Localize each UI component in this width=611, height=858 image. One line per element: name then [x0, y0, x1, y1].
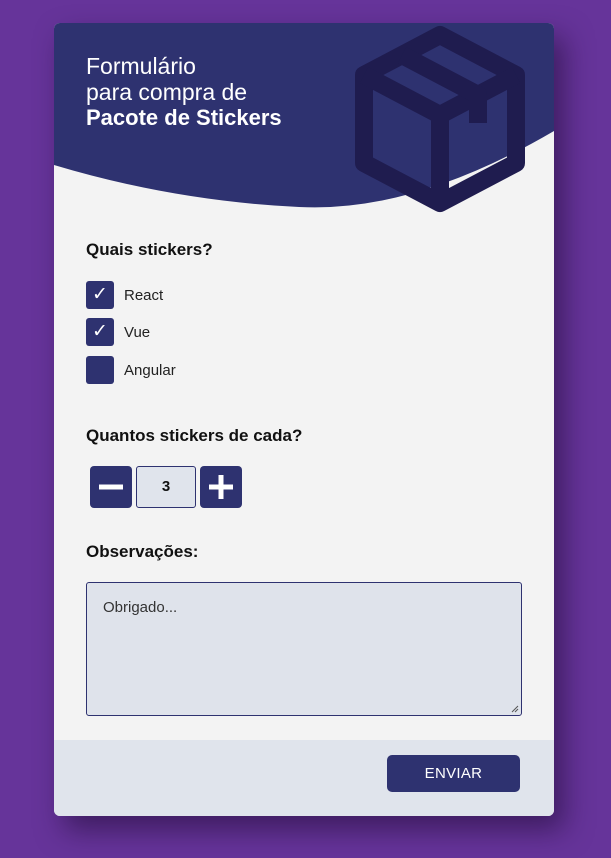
check-icon[interactable]: ✓ — [86, 281, 114, 309]
plus-icon — [209, 475, 233, 499]
checkbox-angular[interactable]: Angular — [86, 356, 176, 384]
checkbox-vue[interactable]: ✓ Vue — [86, 318, 150, 346]
title-line-2: para compra de — [86, 79, 248, 105]
form-header: Formulário para compra de Pacote de Stic… — [54, 23, 554, 213]
increment-button[interactable] — [200, 466, 242, 508]
quantity-label: Quantos stickers de cada? — [86, 426, 303, 445]
quantity-input[interactable]: 3 — [136, 466, 196, 508]
stickers-label: Quais stickers? — [86, 240, 213, 259]
form-footer: ENVIAR — [54, 740, 554, 816]
unchecked-box[interactable] — [86, 356, 114, 384]
decrement-button[interactable] — [90, 466, 132, 508]
form-title: Formulário para compra de Pacote de Stic… — [86, 53, 282, 131]
submit-button[interactable]: ENVIAR — [387, 755, 520, 792]
minus-icon — [99, 484, 123, 490]
notes-placeholder: Obrigado... — [103, 599, 178, 616]
purchase-form-card: Formulário para compra de Pacote de Stic… — [54, 23, 554, 816]
title-line-1: Formulário — [86, 53, 196, 79]
title-line-3: Pacote de Stickers — [86, 105, 282, 130]
notes-label: Observações: — [86, 542, 199, 561]
checkbox-react-label: React — [124, 286, 164, 304]
check-icon[interactable]: ✓ — [86, 318, 114, 346]
notes-textarea[interactable]: Obrigado... — [86, 582, 522, 716]
checkbox-angular-label: Angular — [124, 361, 176, 379]
quantity-stepper: 3 — [90, 466, 242, 508]
checkbox-vue-label: Vue — [124, 323, 151, 341]
resize-grip-icon[interactable] — [509, 703, 519, 713]
checkbox-react[interactable]: ✓ React — [86, 281, 163, 309]
